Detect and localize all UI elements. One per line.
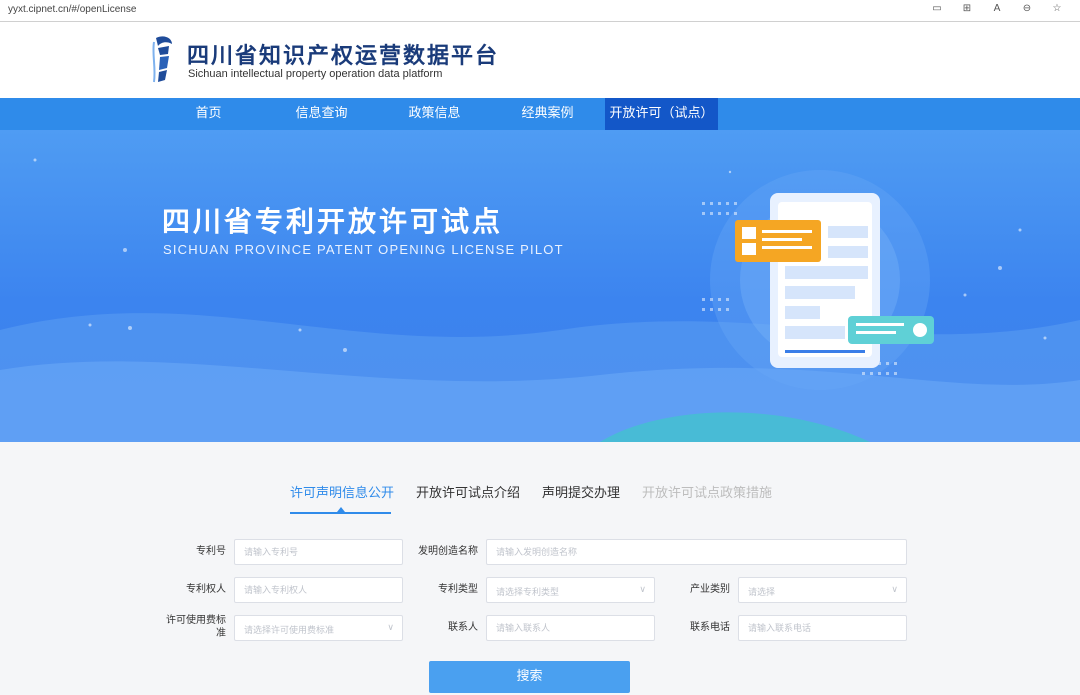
patent-no-input[interactable] [234, 539, 403, 565]
industry-placeholder: 请选择 [748, 588, 776, 598]
nav-item-info-query[interactable]: 信息查询 [265, 98, 378, 130]
patent-no-field[interactable] [235, 541, 402, 565]
fee-standard-placeholder: 请选择许可使用费标准 [244, 626, 335, 636]
nav-item-home[interactable]: 首页 [152, 98, 265, 130]
nav-item-open-license[interactable]: 开放许可（试点） [605, 98, 718, 130]
search-button[interactable]: 搜索 [429, 661, 630, 693]
active-tab-caret-icon [337, 507, 345, 512]
reader-icon[interactable]: ▭ [930, 3, 944, 14]
banner-title: 四川省专利开放许可试点 [162, 205, 504, 238]
invention-name-field[interactable] [487, 541, 906, 565]
nav-item-policy[interactable]: 政策信息 [378, 98, 491, 130]
tab-license-declaration[interactable]: 许可声明信息公开 [290, 482, 394, 501]
invention-name-input[interactable] [486, 539, 907, 565]
patent-type-placeholder: 请选择专利类型 [496, 588, 560, 598]
phone-illustration-icon [735, 193, 934, 368]
tab-pilot-policy[interactable]: 开放许可试点政策措施 [642, 482, 772, 501]
browser-toolbar: ▭ ⊞ A ⊖ ☆ [930, 3, 1064, 14]
banner-subtitle: SICHUAN PROVINCE PATENT OPENING LICENSE … [163, 242, 564, 257]
invention-name-label: 发明创造名称 [418, 546, 478, 557]
content-tabs: 许可声明信息公开 开放许可试点介绍 声明提交办理 开放许可试点政策措施 [0, 482, 1080, 516]
patent-type-label: 专利类型 [438, 584, 478, 595]
grid-icon[interactable]: ⊞ [960, 3, 974, 14]
industry-select[interactable]: 请选择 ∨ [738, 577, 907, 603]
main-nav: 首页 信息查询 政策信息 经典案例 开放许可（试点） [0, 98, 1080, 130]
industry-label: 产业类别 [690, 584, 730, 595]
site-logo-icon[interactable] [150, 34, 176, 86]
browser-address-bar: yyxt.cipnet.cn/#/openLicense ▭ ⊞ A ⊖ ☆ [0, 0, 1080, 22]
fee-standard-select[interactable]: 请选择许可使用费标准 ∨ [234, 615, 403, 641]
fee-standard-label: 许可使用费标准 [166, 615, 226, 639]
patentee-input[interactable] [234, 577, 403, 603]
phone-label: 联系电话 [690, 622, 730, 633]
contact-field[interactable] [487, 617, 654, 641]
patentee-label: 专利权人 [186, 584, 226, 595]
tab-submit-declaration[interactable]: 声明提交办理 [542, 482, 620, 501]
patent-type-select[interactable]: 请选择专利类型 ∨ [486, 577, 655, 603]
phone-input[interactable] [738, 615, 907, 641]
contact-label: 联系人 [448, 622, 478, 633]
contact-input[interactable] [486, 615, 655, 641]
nav-item-cases[interactable]: 经典案例 [491, 98, 604, 130]
address-url[interactable]: yyxt.cipnet.cn/#/openLicense [8, 4, 136, 15]
chevron-down-icon: ∨ [639, 585, 646, 595]
favorite-icon[interactable]: ☆ [1050, 3, 1064, 14]
patent-no-label: 专利号 [196, 546, 226, 557]
tab-pilot-intro[interactable]: 开放许可试点介绍 [416, 482, 520, 501]
active-tab-underline [290, 512, 391, 514]
phone-field[interactable] [739, 617, 906, 641]
site-header: 四川省知识产权运营数据平台 Sichuan intellectual prope… [0, 22, 1080, 98]
patentee-field[interactable] [235, 579, 402, 603]
hero-banner: 四川省专利开放许可试点 SICHUAN PROVINCE PATENT OPEN… [0, 130, 1080, 442]
read-aloud-icon[interactable]: A [990, 3, 1004, 14]
site-subtitle: Sichuan intellectual property operation … [188, 68, 443, 80]
site-title: 四川省知识产权运营数据平台 [187, 44, 500, 69]
zoom-icon[interactable]: ⊖ [1020, 3, 1034, 14]
chevron-down-icon: ∨ [387, 623, 394, 633]
chevron-down-icon: ∨ [891, 585, 898, 595]
